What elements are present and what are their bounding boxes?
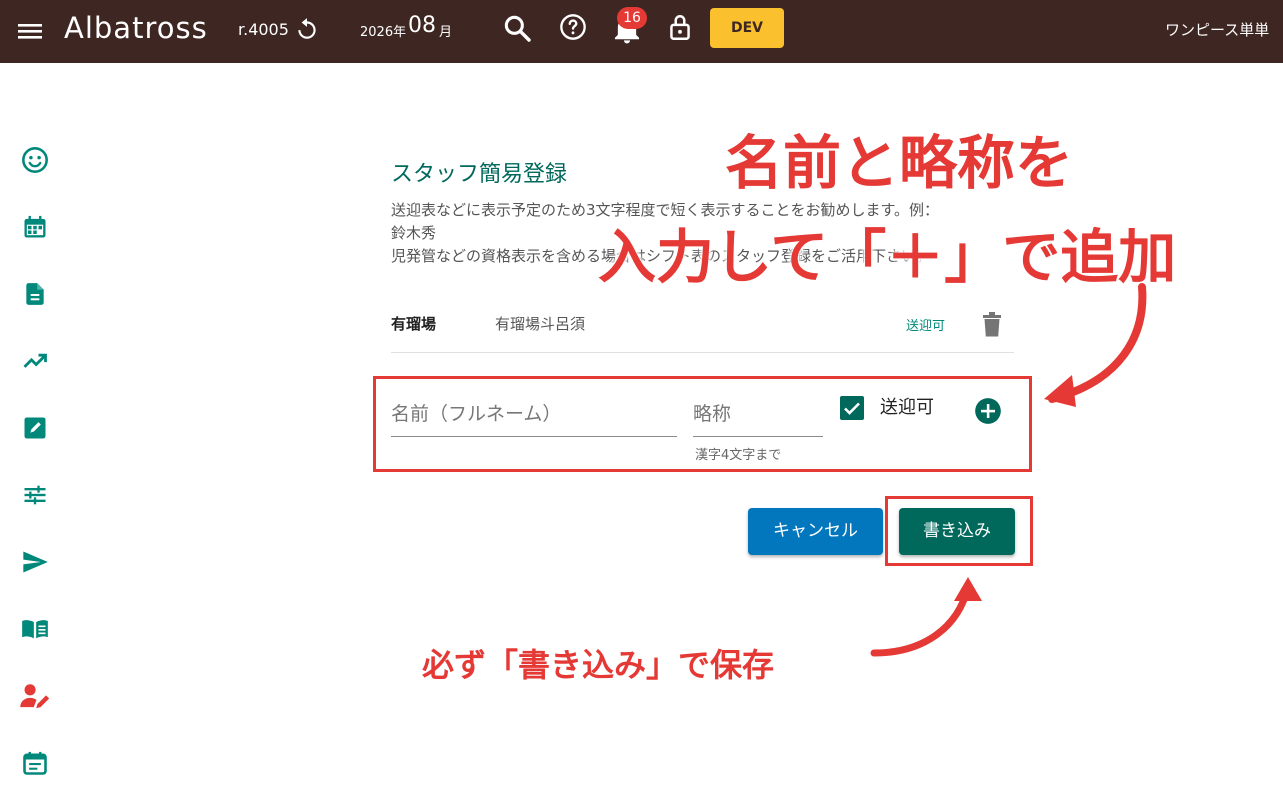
staff-pickup-status: 送迎可 [906, 319, 946, 334]
app-logo[interactable]: Albatross [64, 11, 208, 45]
notification-badge: 16 [617, 7, 647, 29]
cancel-button[interactable]: キャンセル [748, 508, 883, 555]
staff-abbr: 有瑠場 [391, 315, 437, 333]
arrow-to-form-icon [1044, 283, 1147, 407]
name-input[interactable]: 名前（フルネーム） [391, 393, 677, 437]
top-app-bar: Albatross r.4005 2026年 08 月 16 DEV ワンピース… [0, 0, 1283, 63]
staff-full-name: 有瑠場斗呂須 [495, 315, 586, 333]
pickup-checkbox[interactable] [840, 396, 864, 420]
menu-icon[interactable] [17, 16, 43, 46]
abbr-hint: 漢字4文字まで [695, 448, 782, 463]
annotation-save-note: 必ず「書き込み」で保存 [422, 646, 775, 684]
search-icon[interactable] [501, 12, 533, 44]
staff-row[interactable]: 有瑠場 有瑠場斗呂須 送迎可 [391, 303, 1014, 353]
lock-icon[interactable] [667, 12, 693, 42]
year-label[interactable]: 2026年 [360, 21, 406, 40]
help-icon[interactable] [559, 13, 587, 41]
user-name[interactable]: ワンピース単単 [1165, 19, 1269, 40]
pickup-checkbox-label[interactable]: 送迎可 [880, 393, 934, 419]
month-value[interactable]: 08 [408, 13, 436, 38]
annotation-line-1: 名前と略称を [725, 129, 1074, 197]
add-circle-icon[interactable] [974, 397, 1002, 425]
dialog-title: スタッフ簡易登録 [391, 162, 568, 187]
abbr-input[interactable]: 略称 [693, 393, 823, 437]
save-button[interactable]: 書き込み [899, 508, 1015, 555]
refresh-icon[interactable] [294, 16, 320, 42]
arrow-to-save-icon [870, 577, 982, 657]
revision-label: r.4005 [238, 20, 289, 39]
trash-icon[interactable] [981, 311, 1003, 339]
main-content: スタッフ簡易登録 送迎表などに表示予定のため3文字程度で短く表示することをお勧め… [0, 63, 1283, 806]
month-unit: 月 [439, 25, 453, 40]
dev-button[interactable]: DEV [710, 8, 784, 48]
